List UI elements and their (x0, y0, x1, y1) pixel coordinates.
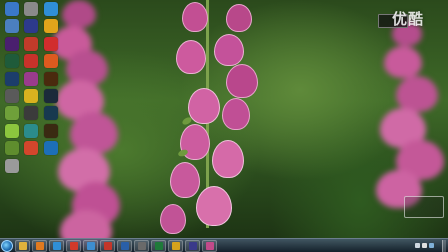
app-icon (5, 106, 19, 121)
app-icon (5, 2, 19, 16)
taskbar-button[interactable] (32, 239, 47, 252)
app-icon (5, 89, 19, 103)
app-icon (103, 241, 112, 250)
app-icon (154, 241, 163, 250)
adobe-lightroom-icon (44, 89, 58, 103)
video-watermark: 优酷 (392, 10, 425, 28)
desktop-icon[interactable] (20, 141, 42, 165)
app-icon (5, 19, 19, 34)
taskbar-button[interactable] (15, 239, 30, 252)
taskbar-button[interactable] (168, 239, 183, 252)
desktop-gadget[interactable] (404, 196, 444, 218)
taskbar-button[interactable] (202, 239, 217, 252)
taskbar-button[interactable] (49, 239, 64, 252)
app-icon (44, 54, 58, 69)
app-icon (44, 36, 58, 51)
app-icon (205, 241, 214, 250)
browser-icon (44, 19, 58, 34)
system-tray (413, 239, 448, 252)
app-icon (137, 241, 146, 250)
media-player-icon (35, 241, 44, 250)
taskbar-button[interactable] (134, 239, 149, 252)
app-icon (5, 123, 19, 138)
adobe-prelude-icon (44, 106, 58, 121)
folder-icon (18, 241, 27, 250)
taskbar-button[interactable] (151, 239, 166, 252)
desktop-icon-grid (0, 0, 68, 238)
volume-icon[interactable] (422, 243, 427, 248)
taskbar-button[interactable] (66, 239, 81, 252)
desktop-icon[interactable] (1, 158, 23, 183)
adobe-illustrator-icon (44, 71, 58, 86)
network-icon[interactable] (415, 243, 420, 248)
app-icon (24, 36, 38, 51)
taskbar-pinned-apps (13, 239, 217, 252)
app-icon (24, 106, 38, 121)
app-icon (44, 2, 58, 16)
show-desktop-button[interactable] (442, 239, 446, 252)
adobe-photoshop-icon (5, 71, 19, 86)
taskbar-button[interactable] (100, 239, 115, 252)
desktop-icon[interactable] (40, 141, 62, 165)
adobe-edge-icon (24, 19, 38, 34)
app-icon (5, 158, 19, 173)
app-icon (24, 89, 38, 103)
app-icon (86, 241, 95, 250)
app-icon (24, 54, 38, 69)
app-icon (44, 141, 58, 156)
app-icon (5, 141, 19, 156)
app-icon (24, 123, 38, 138)
media-player-icon (24, 2, 38, 16)
adobe-bridge-icon (44, 123, 58, 138)
start-button[interactable] (1, 239, 13, 252)
app-icon (171, 241, 180, 250)
app-icon (24, 141, 38, 156)
app-icon (188, 241, 197, 250)
flag-icon[interactable] (429, 243, 434, 248)
taskbar-button[interactable] (185, 239, 200, 252)
taskbar-button[interactable] (117, 239, 132, 252)
app-icon (24, 71, 38, 86)
app-icon (69, 241, 78, 250)
taskbar-button[interactable] (83, 239, 98, 252)
adobe-audition-icon (5, 54, 19, 69)
app-icon (120, 241, 129, 250)
adobe-premiere-icon (5, 36, 19, 51)
taskbar (0, 238, 448, 252)
browser-icon (52, 241, 61, 250)
